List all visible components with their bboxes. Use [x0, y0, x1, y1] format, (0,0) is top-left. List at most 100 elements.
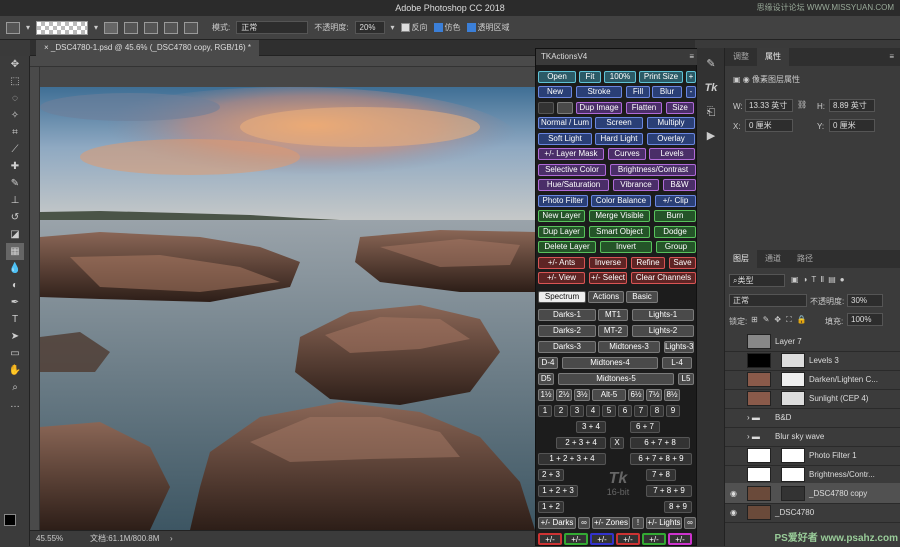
tk-button[interactable]: ! — [632, 517, 644, 529]
tk-button[interactable]: 4 — [586, 405, 600, 417]
tk-button[interactable]: Photo Filter — [538, 195, 588, 207]
tab-channels[interactable]: 通道 — [757, 250, 789, 268]
tk-button[interactable]: L-4 — [662, 357, 692, 369]
tk-button[interactable]: Multiply — [647, 117, 695, 129]
reflected-gradient-icon[interactable] — [164, 21, 179, 34]
history-brush-tool-icon[interactable]: ↺ — [6, 209, 24, 226]
zoom-level[interactable]: 45.55% — [36, 531, 63, 547]
move-tool-icon[interactable]: ✥ — [6, 56, 24, 73]
tk-button[interactable]: MT1 — [598, 309, 628, 321]
transparency-checkbox[interactable]: 透明区域 — [466, 22, 510, 33]
tk-button[interactable]: ∞ — [578, 517, 590, 529]
pen-tool-icon[interactable]: ✒ — [6, 294, 24, 311]
tk-button[interactable]: Vibrance — [613, 179, 659, 191]
gradient-picker[interactable] — [36, 20, 89, 35]
folder-icon[interactable]: › ▬ — [747, 407, 760, 428]
gradient-tool-icon[interactable]: ▦ — [6, 243, 24, 260]
tk-button[interactable]: Brightness/Contrast — [610, 164, 696, 176]
tk-button[interactable]: Save — [669, 257, 696, 269]
tk-button[interactable]: Lights-2 — [632, 325, 694, 337]
document-tab[interactable]: × _DSC4780-1.psd @ 45.6% (_DSC4780 copy,… — [36, 40, 259, 56]
tk-button[interactable]: Lights-3 — [664, 341, 694, 353]
height-field[interactable]: 8.89 英寸 — [829, 99, 875, 112]
brush-tool-icon[interactable]: ✎ — [6, 175, 24, 192]
layer-row[interactable]: ◉ _DSC4780 — [725, 502, 900, 523]
tk-button[interactable]: 8 + 9 — [664, 501, 692, 513]
layer-filter-select[interactable]: ⌕类型 — [729, 274, 785, 287]
tk-button[interactable]: 2 + 3 — [538, 469, 564, 481]
tk-button[interactable]: Smart Object — [589, 226, 650, 238]
tk-button[interactable]: 8 — [650, 405, 664, 417]
tk-button[interactable]: Merge Visible — [589, 210, 650, 222]
y-field[interactable]: 0 厘米 — [829, 119, 875, 132]
tk-button[interactable]: D5 — [538, 373, 554, 385]
chevron-down-icon[interactable]: ▾ — [26, 23, 30, 32]
tk-button[interactable]: +/- — [538, 533, 562, 545]
layer-opacity-input[interactable]: 30% — [847, 294, 883, 307]
tk-button[interactable]: +/- Clip — [655, 195, 696, 207]
tk-button[interactable]: Inverse — [589, 257, 627, 269]
document-canvas[interactable] — [40, 87, 535, 530]
reverse-checkbox[interactable]: 反向 — [400, 22, 428, 33]
mode-select[interactable]: 正常 — [236, 21, 309, 34]
mask-thumb-icon[interactable] — [557, 102, 573, 114]
tk-button[interactable]: 7½ — [646, 389, 662, 401]
layer-mask-thumbnail[interactable] — [781, 448, 805, 463]
tk-button[interactable]: Group — [656, 241, 696, 253]
layer-filter-icons[interactable]: ▣◑TⅡ▤● — [791, 275, 849, 284]
tk-button[interactable]: 3½ — [574, 389, 590, 401]
tab-adjustments[interactable]: 调整 — [725, 48, 757, 66]
chevron-down-icon[interactable]: ▾ — [94, 23, 98, 32]
tk-button[interactable]: +/- Zones — [592, 517, 630, 529]
eraser-tool-icon[interactable]: ◪ — [6, 226, 24, 243]
close-icon[interactable]: × — [44, 43, 51, 52]
crop-tool-icon[interactable]: ⌗ — [6, 124, 24, 141]
tk-button[interactable]: +/- Select — [589, 272, 627, 284]
tk-button[interactable]: Darks-3 — [538, 341, 596, 353]
tk-button[interactable]: Size — [666, 102, 694, 114]
more-tools-icon[interactable]: … — [6, 396, 24, 413]
tk-button[interactable]: 1 + 2 + 3 — [538, 485, 578, 497]
tk-button[interactable]: Selective Color — [538, 164, 606, 176]
tk-button[interactable]: 6 + 7 + 8 — [630, 437, 690, 449]
layer-mask-thumbnail[interactable] — [781, 391, 805, 406]
tk-button[interactable]: Delete Layer — [538, 241, 596, 253]
tk-button[interactable]: +/- Lights — [646, 517, 682, 529]
tk-panel-icon[interactable]: Tk — [697, 76, 725, 100]
blend-mode-select[interactable]: 正常 — [729, 294, 807, 307]
tk-button[interactable]: Fill — [626, 86, 650, 98]
canvas-area[interactable] — [40, 67, 535, 530]
layer-mask-thumbnail[interactable] — [781, 486, 805, 501]
tk-button[interactable]: 6 + 7 — [630, 421, 660, 433]
marquee-tool-icon[interactable]: ⬚ — [6, 73, 24, 90]
magic-wand-tool-icon[interactable]: ✧ — [6, 107, 24, 124]
layer-mask-thumbnail[interactable] — [781, 372, 805, 387]
x-field[interactable]: 0 厘米 — [745, 119, 793, 132]
layer-row[interactable]: Levels 3 — [725, 350, 900, 371]
layer-mask-thumbnail[interactable] — [781, 467, 805, 482]
layer-row[interactable]: › ▬ Blur sky wave — [725, 426, 900, 447]
tk-button[interactable]: New Layer — [538, 210, 585, 222]
tk-button[interactable]: Overlay — [647, 133, 695, 145]
tk-button[interactable]: Flatten — [626, 102, 662, 114]
folder-icon[interactable]: › ▬ — [747, 426, 760, 447]
tk-button[interactable]: - — [686, 86, 696, 98]
tk-button[interactable]: Levels — [649, 148, 695, 160]
tk-button[interactable]: +/- — [668, 533, 692, 545]
layer-row[interactable]: Darken/Lighten C... — [725, 369, 900, 390]
foreground-color-swatch[interactable] — [4, 514, 16, 526]
tk-button[interactable]: Color Balance — [591, 195, 651, 207]
tk-button[interactable]: Hue/Saturation — [538, 179, 609, 191]
tk-button[interactable]: 7 + 8 — [646, 469, 676, 481]
layer-row[interactable]: Brightness/Contr... — [725, 464, 900, 485]
layer-row[interactable]: Photo Filter 1 — [725, 445, 900, 466]
tk-button[interactable]: Refine — [631, 257, 665, 269]
tk-button[interactable]: 1 + 2 + 3 + 4 — [538, 453, 606, 465]
tk-button[interactable]: L5 — [678, 373, 694, 385]
dodge-tool-icon[interactable]: ◐ — [6, 277, 24, 294]
chevron-right-icon[interactable]: › — [170, 531, 173, 547]
tk-button[interactable]: X — [610, 437, 624, 449]
tk-button[interactable]: Darks-2 — [538, 325, 596, 337]
tk-button[interactable]: Normal / Lum — [538, 117, 592, 129]
tk-button[interactable]: Fit — [579, 71, 601, 83]
